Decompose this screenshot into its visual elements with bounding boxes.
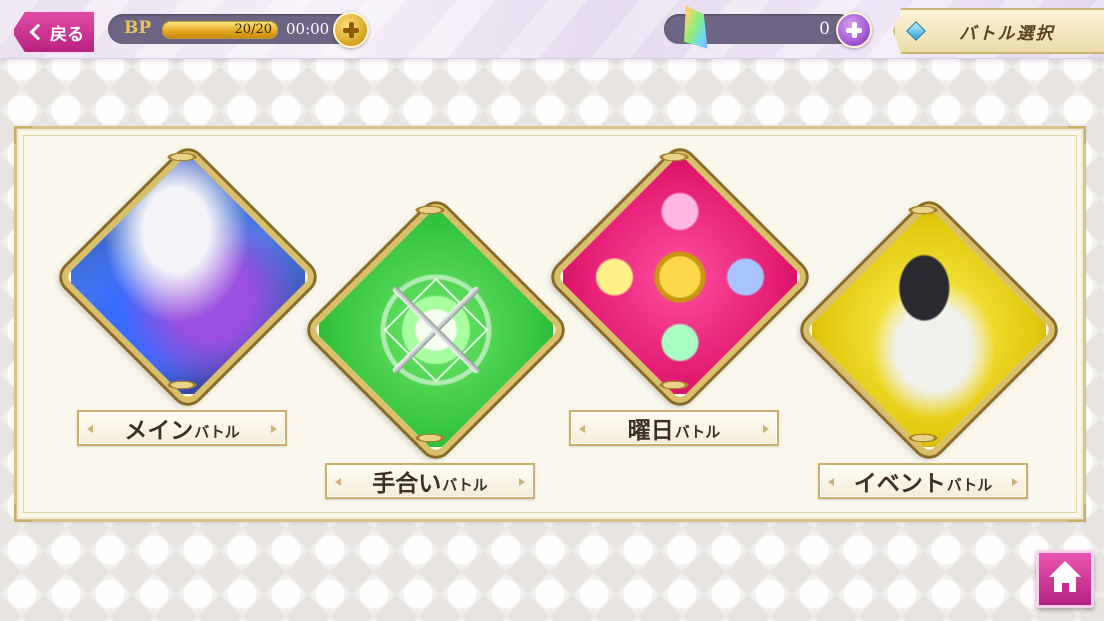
battle-name: メイン xyxy=(124,418,194,444)
dark-warrior-artwork xyxy=(71,160,305,394)
battle-label-training[interactable]: 手合い バトル xyxy=(325,463,535,499)
battle-option-main[interactable]: メイン バトル xyxy=(56,145,320,446)
cat-character-artwork xyxy=(812,213,1046,447)
battle-icon-main[interactable] xyxy=(56,145,320,409)
panel-corner-ornament xyxy=(1068,504,1086,522)
battle-name: 曜日 xyxy=(627,418,674,444)
home-icon-door xyxy=(1062,583,1069,592)
gold-ornament xyxy=(165,380,199,390)
crossed-swords-artwork xyxy=(319,213,553,447)
battle-icon-frame xyxy=(797,198,1061,462)
chevron-left-icon xyxy=(29,23,47,41)
panel-corner-ornament xyxy=(14,504,32,522)
home-icon xyxy=(1049,561,1081,577)
battle-icon-frame xyxy=(56,145,320,409)
back-button-label: 戻る xyxy=(50,24,84,45)
gold-ornament xyxy=(657,152,691,162)
battle-name: 手合い xyxy=(372,471,442,497)
plus-icon-vertical xyxy=(851,22,857,38)
battle-label-main[interactable]: メイン バトル xyxy=(77,410,287,446)
battle-icon-event[interactable] xyxy=(797,198,1061,462)
bp-recovery-timer: 00:00 xyxy=(286,20,330,38)
crossed-swords-icon xyxy=(376,270,496,390)
gold-ornament xyxy=(906,433,940,443)
gold-ornament xyxy=(657,380,691,390)
battle-option-training[interactable]: 手合い バトル xyxy=(304,198,568,499)
battle-name: イベント xyxy=(853,471,946,497)
battle-suffix: バトル xyxy=(946,475,993,494)
battle-icon-frame xyxy=(548,145,812,409)
battle-icon-weekday[interactable] xyxy=(548,145,812,409)
battle-icon-frame xyxy=(304,198,568,462)
battle-label-weekday[interactable]: 曜日 バトル xyxy=(569,410,779,446)
gold-ornament xyxy=(906,205,940,215)
panel-corner-ornament xyxy=(14,126,32,144)
bp-label: BP xyxy=(124,18,152,38)
battle-label-event[interactable]: イベント バトル xyxy=(818,463,1028,499)
battle-suffix: バトル xyxy=(194,422,240,441)
panel-corner-ornament xyxy=(1068,126,1086,144)
battle-icon-training[interactable] xyxy=(304,198,568,462)
battle-suffix: バトル xyxy=(674,422,721,441)
add-bp-button[interactable] xyxy=(333,12,369,48)
home-button[interactable] xyxy=(1036,550,1094,608)
gold-ornament xyxy=(413,433,447,443)
back-button[interactable]: 戻る xyxy=(12,10,96,54)
gold-ornament xyxy=(165,152,199,162)
diamond-gem-icon xyxy=(906,21,926,41)
battle-option-event[interactable]: イベント バトル xyxy=(797,198,1061,499)
bp-meter: BP 20/20 00:00 xyxy=(108,14,358,44)
battle-suffix: バトル xyxy=(442,475,488,494)
potions-and-coin-artwork xyxy=(563,160,797,394)
add-stone-button[interactable] xyxy=(836,12,872,48)
battle-option-weekday[interactable]: 曜日 バトル xyxy=(548,145,812,446)
gold-ornament xyxy=(413,205,447,215)
screen-title-plate: バトル選択 xyxy=(893,8,1104,54)
stone-count: 0 xyxy=(819,19,830,39)
screen-title: バトル選択 xyxy=(959,23,1055,44)
bp-value: 20/20 xyxy=(234,22,272,37)
plus-icon-vertical xyxy=(348,22,354,38)
